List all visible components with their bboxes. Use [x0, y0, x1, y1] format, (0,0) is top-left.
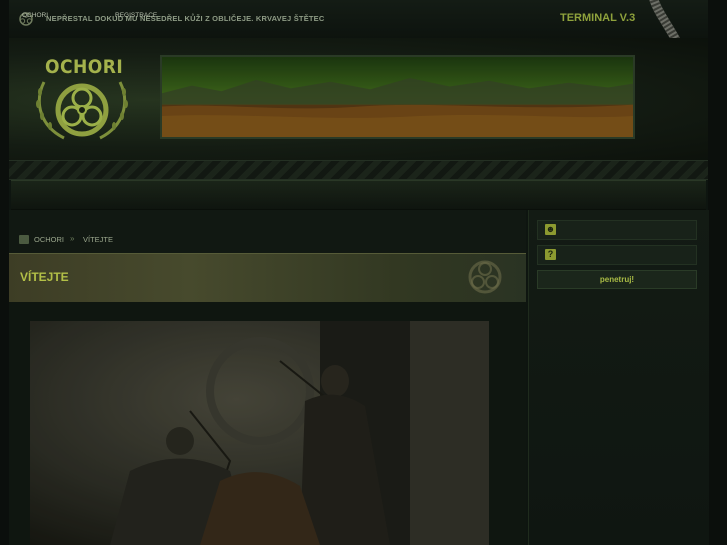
version-label: TERMINAL V.3	[560, 12, 636, 24]
login-button-label[interactable]: penetruj!	[537, 275, 697, 284]
hazard-stripe-divider	[9, 160, 708, 180]
password-input[interactable]	[560, 248, 698, 264]
page-title-bar	[9, 253, 526, 303]
question-icon: ?	[545, 249, 556, 260]
breadcrumb-home[interactable]: OCHORI	[34, 235, 64, 244]
biohazard-watermark-icon	[468, 260, 502, 294]
breadcrumb-separator: »	[70, 234, 75, 243]
welcome-image	[30, 321, 489, 545]
tagline: NEPŘESTAL DOKUD MU NESEDŘEL KŮŽI Z OBLIČ…	[46, 14, 325, 23]
nav-item-ochori[interactable]: OCHORI	[22, 12, 48, 19]
main-nav	[11, 180, 706, 210]
home-icon	[19, 235, 29, 244]
header-panorama-image	[160, 55, 635, 139]
biohazard-emblem-icon	[36, 81, 128, 140]
breadcrumb-current: VÍTEJTE	[83, 235, 114, 244]
nav-item-registrace[interactable]: REGISTRACE	[115, 12, 157, 19]
username-input[interactable]	[560, 223, 698, 239]
user-icon: ☻	[545, 224, 556, 235]
page-title: VÍTEJTE	[20, 270, 69, 284]
tube-decoration	[649, 0, 681, 42]
